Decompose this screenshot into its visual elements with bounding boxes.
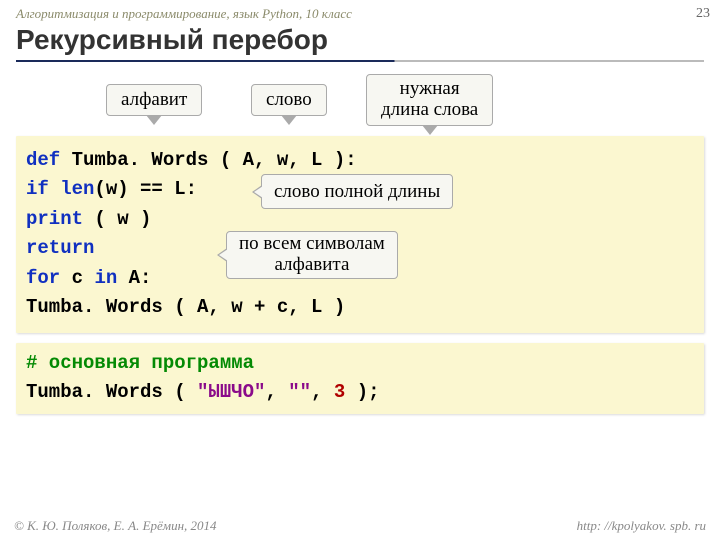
footer-url: http: //kpolyakov. spb. ru bbox=[577, 518, 706, 534]
code-line: # основная программа bbox=[26, 349, 698, 378]
footer: © К. Ю. Поляков, Е. А. Ерёмин, 2014 http… bbox=[0, 518, 720, 534]
callout-alphabet-text: алфавит bbox=[121, 89, 187, 110]
annot-all-symbols: по всем символам алфавита bbox=[226, 231, 398, 279]
code-block-main: # основная программа Tumba. Words ( "ЫШЧ… bbox=[16, 343, 704, 414]
callout-word-text: слово bbox=[266, 89, 312, 110]
annot-all-symbols-line2: алфавита bbox=[274, 254, 349, 275]
code-line: print ( w ) bbox=[26, 205, 698, 234]
annot-full-length: слово полной длины bbox=[261, 174, 453, 209]
code-line: Tumba. Words ( "ЫШЧО", "", 3 ); bbox=[26, 378, 698, 407]
annot-full-length-text: слово полной длины bbox=[274, 181, 440, 202]
footer-copyright: © К. Ю. Поляков, Е. А. Ерёмин, 2014 bbox=[14, 518, 217, 534]
code-line: def Tumba. Words ( A, w, L ): bbox=[26, 146, 698, 175]
code-line: Tumba. Words ( A, w + c, L ) bbox=[26, 293, 698, 322]
page-number: 23 bbox=[696, 6, 710, 22]
param-labels-row: алфавит слово нужная длина слова bbox=[16, 72, 704, 132]
callout-word: слово bbox=[251, 84, 327, 116]
page-title: Рекурсивный перебор bbox=[16, 24, 704, 56]
breadcrumb: Алгоритмизация и программирование, язык … bbox=[16, 6, 704, 22]
annot-all-symbols-line1: по всем символам bbox=[239, 233, 385, 254]
callout-alphabet: алфавит bbox=[106, 84, 202, 116]
callout-length-line1: нужная bbox=[400, 78, 460, 99]
code-block-function: def Tumba. Words ( A, w, L ): if len(w) … bbox=[16, 136, 704, 333]
title-divider bbox=[16, 60, 704, 62]
callout-length-line2: длина слова bbox=[381, 99, 478, 120]
callout-length: нужная длина слова bbox=[366, 74, 493, 126]
